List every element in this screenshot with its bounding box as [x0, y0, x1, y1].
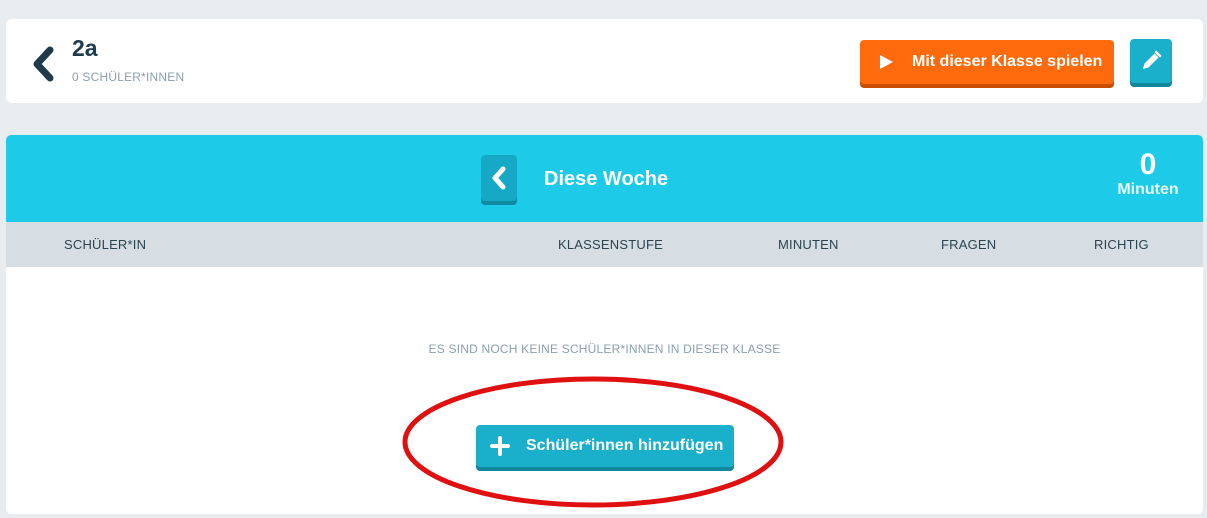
play-icon	[880, 55, 893, 69]
class-header: 2a 0 SCHÜLER*INNEN Mit dieser Klasse spi…	[6, 19, 1203, 103]
empty-class-message: ES SIND NOCH KEINE SCHÜLER*INNEN IN DIES…	[428, 342, 781, 356]
edit-class-button[interactable]	[1130, 39, 1172, 83]
previous-week-button[interactable]	[481, 155, 517, 201]
play-with-class-label: Mit dieser Klasse spielen	[912, 53, 1103, 70]
column-header-minutes[interactable]: MINUTEN	[778, 237, 839, 252]
minutes-unit: Minuten	[1117, 181, 1179, 198]
minutes-value: 0	[1139, 148, 1157, 181]
column-header-questions[interactable]: FRAGEN	[941, 237, 996, 252]
week-navigation-bar: Diese Woche 0 Minuten	[6, 135, 1203, 222]
add-students-label: Schüler*innen hinzufügen	[526, 437, 724, 454]
chevron-left-icon	[33, 46, 54, 82]
week-label: Diese Woche	[544, 168, 669, 190]
add-students-button[interactable]: Schüler*innen hinzufügen	[476, 425, 734, 467]
pencil-icon	[1143, 50, 1162, 69]
minutes-total: 0 Minuten	[1103, 149, 1193, 199]
class-name: 2a	[72, 35, 98, 61]
play-with-class-button[interactable]: Mit dieser Klasse spielen	[860, 40, 1114, 84]
column-header-correct[interactable]: RICHTIG	[1094, 237, 1149, 252]
back-button[interactable]	[30, 46, 58, 82]
chevron-left-icon	[492, 166, 506, 190]
plus-icon	[490, 436, 510, 456]
student-count: 0 SCHÜLER*INNEN	[72, 70, 185, 84]
table-header: SCHÜLER*IN KLASSENSTUFE MINUTEN FRAGEN R…	[6, 222, 1203, 267]
weekly-stats-panel: Diese Woche 0 Minuten SCHÜLER*IN KLASSEN…	[6, 135, 1203, 514]
column-header-grade[interactable]: KLASSENSTUFE	[558, 237, 663, 252]
column-header-student[interactable]: SCHÜLER*IN	[64, 237, 146, 252]
